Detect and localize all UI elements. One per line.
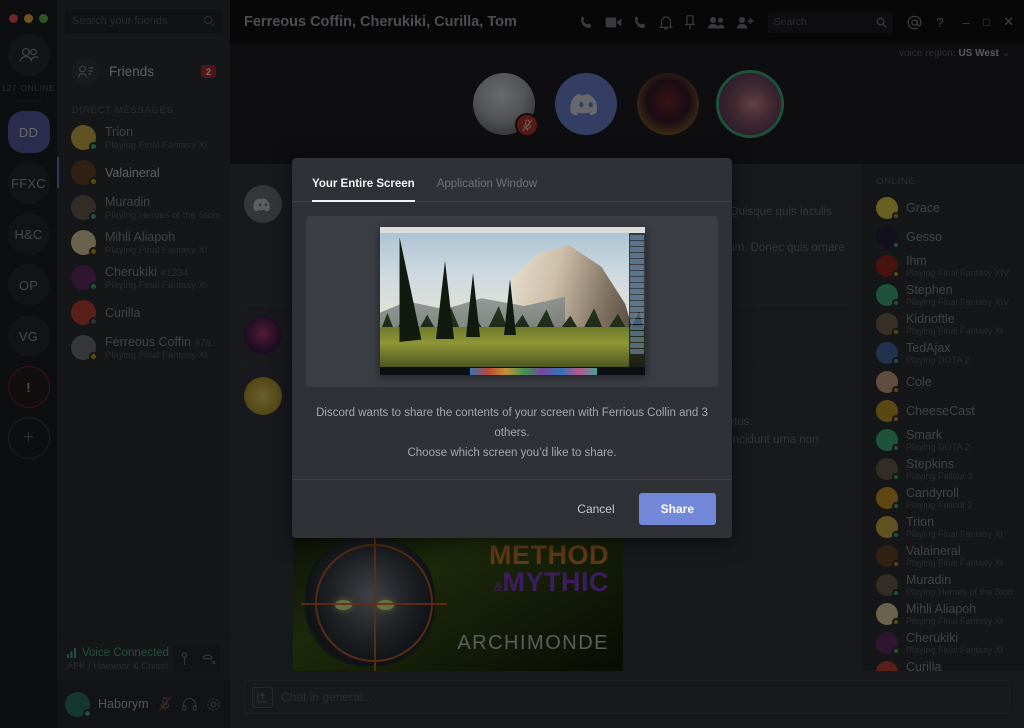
preview-icon xyxy=(630,295,644,300)
cancel-button[interactable]: Cancel xyxy=(563,494,628,524)
modal-description-line1: Discord wants to share the contents of y… xyxy=(316,403,708,443)
discord-app: 127 ONLINE DD FFXC H&C OP VG ! + Search … xyxy=(0,0,1024,728)
tab-your-entire-screen[interactable]: Your Entire Screen xyxy=(312,178,415,201)
preview-icon xyxy=(630,337,644,342)
preview-icon xyxy=(630,331,644,336)
preview-icon-column xyxy=(629,233,645,368)
preview-icon xyxy=(630,307,644,312)
modal-description: Discord wants to share the contents of y… xyxy=(292,387,732,479)
preview-icon xyxy=(630,301,644,306)
screen-share-dialog: Your Entire Screen Application Window xyxy=(292,158,732,538)
preview-icon xyxy=(630,247,644,252)
preview-icon xyxy=(630,253,644,258)
preview-dock xyxy=(470,368,597,375)
preview-icon xyxy=(630,343,644,348)
preview-icon xyxy=(630,235,644,240)
share-button[interactable]: Share xyxy=(639,493,716,525)
preview-icon xyxy=(630,241,644,246)
preview-icon xyxy=(630,319,644,324)
preview-icon xyxy=(630,259,644,264)
preview-icon xyxy=(630,325,644,330)
preview-icon xyxy=(630,313,644,318)
modal-description-line2: Choose which screen you’d like to share. xyxy=(316,443,708,463)
preview-icon xyxy=(630,289,644,294)
screen-preview-pane xyxy=(306,216,718,387)
modal-footer: Cancel Share xyxy=(292,479,732,538)
preview-tree xyxy=(466,273,480,337)
preview-icon xyxy=(630,271,644,276)
preview-menubar xyxy=(380,227,645,233)
preview-tree xyxy=(504,279,516,335)
tab-application-window[interactable]: Application Window xyxy=(437,178,537,201)
modal-tabs: Your Entire Screen Application Window xyxy=(292,158,732,202)
preview-icon xyxy=(630,349,644,354)
preview-icon xyxy=(630,277,644,282)
screen-preview-thumbnail[interactable] xyxy=(380,227,645,375)
preview-icon xyxy=(630,283,644,288)
preview-icon xyxy=(630,265,644,270)
preview-tree xyxy=(436,261,454,339)
